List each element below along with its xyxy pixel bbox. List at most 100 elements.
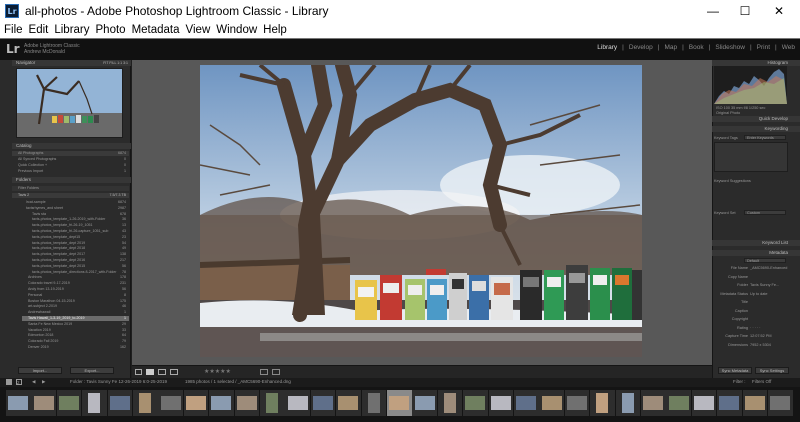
folder-item[interactable]: Andy from 13-19-2019 56 xyxy=(22,287,129,292)
menu-file[interactable]: File xyxy=(4,24,23,36)
keyword-set-dropdown[interactable]: Custom xyxy=(744,210,786,215)
folder-item[interactable]: tavis-photos_template_dept 2019 54 xyxy=(26,241,129,246)
filter-folders-field[interactable]: Filter Folders xyxy=(12,186,129,191)
filmstrip-source[interactable]: Folder : Tavis Sunny Fe 12-26-2019 6:0-2… xyxy=(70,379,167,384)
filmstrip-thumbnail[interactable] xyxy=(56,390,82,416)
filmstrip-thumbnail[interactable] xyxy=(387,390,412,416)
keywording-header[interactable]: Keywording xyxy=(712,126,800,132)
main-photo[interactable] xyxy=(200,65,642,357)
original-photo-toggle[interactable]: Original Photo xyxy=(716,111,740,115)
keywords-text-area[interactable] xyxy=(714,142,788,172)
menu-view[interactable]: View xyxy=(186,24,211,36)
filmstrip-thumbnail[interactable] xyxy=(768,390,793,416)
catalog-item[interactable]: Quick Collection + 0 xyxy=(12,163,129,168)
menu-edit[interactable]: Edit xyxy=(29,24,49,36)
menu-library[interactable]: Library xyxy=(54,24,89,36)
sync-metadata-button[interactable]: Sync Metadata xyxy=(718,367,752,374)
filmstrip-thumbnail[interactable] xyxy=(209,390,234,416)
filmstrip-thumbnail[interactable] xyxy=(133,390,158,416)
filmstrip-thumbnail[interactable] xyxy=(412,390,437,416)
folder-item[interactable]: Colorado Fall 2019 79 xyxy=(22,339,129,344)
module-develop[interactable]: Develop xyxy=(628,44,654,51)
suggestion[interactable] xyxy=(739,186,763,190)
folder-item[interactable]: Tavis sta 678 xyxy=(26,212,129,217)
module-book[interactable]: Book xyxy=(688,44,705,51)
module-slideshow[interactable]: Slideshow xyxy=(714,44,746,51)
catalog-item[interactable]: Previous Import 1 xyxy=(12,169,129,174)
filmstrip-thumbnail[interactable] xyxy=(615,390,641,416)
module-library[interactable]: Library xyxy=(596,44,618,51)
folder-item[interactable]: tavis-photos_template_directions 8-2017_… xyxy=(26,270,129,275)
star-rating[interactable]: ★★★★★ xyxy=(204,368,231,375)
menu-help[interactable]: Help xyxy=(263,24,287,36)
folders-header[interactable]: Folders xyxy=(12,177,131,183)
folder-item[interactable]: Boston Marathon 04-15-2019 175 xyxy=(22,299,129,304)
loupe-view-icon[interactable] xyxy=(146,369,154,375)
minimize-button[interactable]: — xyxy=(696,0,730,22)
filmstrip-thumbnail[interactable] xyxy=(6,390,31,416)
rotate-right-icon[interactable] xyxy=(272,369,280,375)
folder-item[interactable]: tavis-photos_template_dept 2017 138 xyxy=(26,252,129,257)
folder-item[interactable]: tavis-photos_template_fri-26-19_1051 13 xyxy=(26,223,129,228)
folder-item[interactable]: tavis-photos_template_dept 2016 217 xyxy=(26,258,129,263)
suggestion[interactable] xyxy=(764,186,788,190)
filmstrip-thumbnail[interactable] xyxy=(691,390,717,416)
folder-item[interactable]: lrcat-sample 6874 xyxy=(20,200,129,205)
metadata-field-value[interactable]: · · · · · xyxy=(750,326,761,330)
filmstrip-thumbnail[interactable] xyxy=(361,390,387,416)
module-web[interactable]: Web xyxy=(781,44,796,51)
metadata-field-value[interactable]: Tavis Sunny Fe... xyxy=(750,283,779,287)
rotate-left-icon[interactable] xyxy=(260,369,268,375)
page-1[interactable]: 1 xyxy=(6,379,12,385)
folder-item[interactable]: tavisrhymes_and sheet 2987 xyxy=(20,206,129,211)
menu-photo[interactable]: Photo xyxy=(96,24,126,36)
folder-item[interactable]: Santa Fe New Mexico 2019 29 xyxy=(22,322,129,327)
filmstrip-thumbnail[interactable] xyxy=(158,390,183,416)
filmstrip-thumbnail[interactable] xyxy=(260,390,285,416)
filmstrip-thumbnail[interactable] xyxy=(82,390,107,416)
filmstrip-thumbnail[interactable] xyxy=(590,390,615,416)
metadata-preset-dropdown[interactable]: Default xyxy=(744,258,786,263)
filmstrip-thumbnail[interactable] xyxy=(234,390,260,416)
import-button[interactable]: Import... xyxy=(18,367,62,374)
filmstrip-thumbnail[interactable] xyxy=(183,390,209,416)
folder-item[interactable]: art-subject 2-2019 46 xyxy=(22,304,129,309)
menu-window[interactable]: Window xyxy=(216,24,257,36)
close-button[interactable]: ✕ xyxy=(762,0,796,22)
zoom-1-1[interactable]: 1:1 xyxy=(117,61,122,65)
catalog-header[interactable]: Catalog xyxy=(12,143,131,149)
metadata-field-value[interactable]: 12:07:52 PM xyxy=(750,334,772,338)
filmstrip-thumbnail[interactable] xyxy=(717,390,742,416)
filmstrip-thumbnail[interactable] xyxy=(539,390,564,416)
module-map[interactable]: Map xyxy=(663,44,678,51)
filmstrip-thumbnail[interactable] xyxy=(310,390,336,416)
folder-item[interactable]: Archives 178 xyxy=(22,275,129,280)
back-arrow-icon[interactable]: ◀ xyxy=(32,379,35,385)
quick-develop-header[interactable]: Quick Develop xyxy=(712,116,800,122)
metadata-field-value[interactable]: Up to date xyxy=(750,292,768,296)
navigator-zoom[interactable]: FIT FILL 1:1 3:1 xyxy=(103,60,128,66)
folder-item[interactable]: tavis-photos_template_1-26-2019_with-Fol… xyxy=(26,217,129,222)
filmstrip-thumbnail[interactable] xyxy=(488,390,514,416)
folder-item[interactable]: Personal 8 xyxy=(22,293,129,298)
folder-item[interactable]: Andrewhawaii 1 xyxy=(22,310,129,315)
filmstrip-thumbnail[interactable] xyxy=(285,390,310,416)
navigator-preview-image[interactable] xyxy=(17,69,122,137)
folder-item[interactable]: tavis-photos_template_fri-26-capture_105… xyxy=(26,229,129,234)
filmstrip-thumbnail[interactable] xyxy=(463,390,488,416)
sync-settings-button[interactable]: Sync Settings xyxy=(755,367,789,374)
filmstrip-thumbnail[interactable] xyxy=(641,390,666,416)
page-2[interactable]: 2 xyxy=(16,379,22,385)
metadata-header[interactable]: Metadata xyxy=(712,250,800,256)
compare-view-icon[interactable] xyxy=(158,369,166,375)
module-print[interactable]: Print xyxy=(756,44,771,51)
zoom-fill[interactable]: FILL xyxy=(109,61,116,65)
metadata-field-value[interactable]: 7952 x 5304 xyxy=(750,343,771,347)
filmstrip-thumbnail[interactable] xyxy=(107,390,133,416)
zoom-3-1[interactable]: 3:1 xyxy=(123,61,128,65)
zoom-fit[interactable]: FIT xyxy=(103,61,108,65)
folder-item[interactable]: tavis-photos_template_dept 2018 49 xyxy=(26,246,129,251)
export-button[interactable]: Export... xyxy=(70,367,114,374)
folder-item[interactable]: Vacation 2019 33 xyxy=(22,328,129,333)
filmstrip-thumbnail[interactable] xyxy=(564,390,590,416)
